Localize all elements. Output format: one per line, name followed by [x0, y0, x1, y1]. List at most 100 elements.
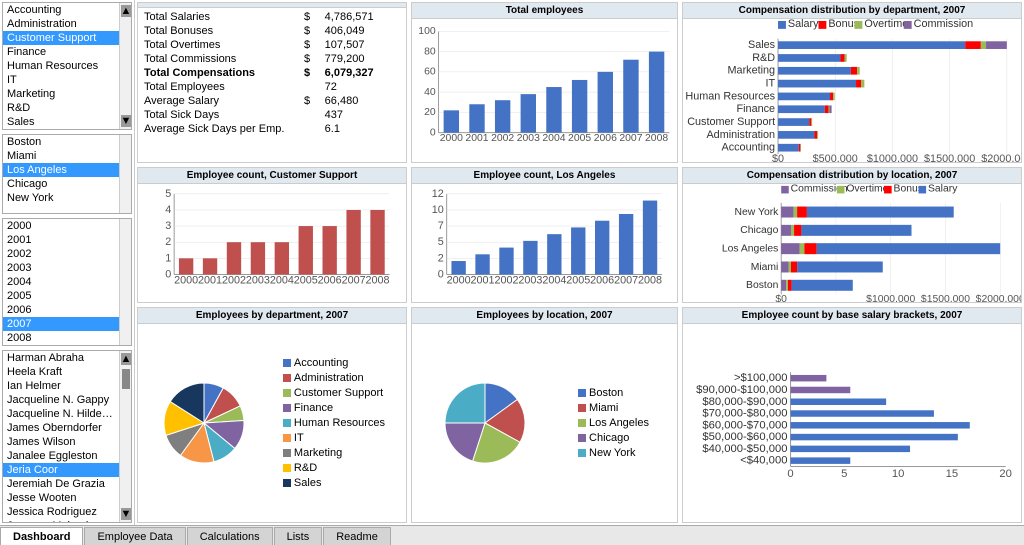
year-item[interactable]: 2003	[3, 261, 119, 275]
year-item[interactable]: 2001	[3, 233, 119, 247]
tab-dashboard[interactable]: Dashboard	[0, 527, 83, 545]
year-item[interactable]: 2002	[3, 247, 119, 261]
employee-item[interactable]: Janalee Eggleston	[3, 449, 119, 463]
city-list-body: BostonMiamiLos AngelesChicagoNew York	[3, 135, 119, 213]
salary-brackets-panel: Employee count by base salary brackets, …	[682, 307, 1022, 523]
legend-label: Customer Support	[294, 387, 383, 399]
summary-dollar: $	[300, 38, 321, 52]
dept-item[interactable]: IT	[3, 73, 119, 87]
legend-color	[283, 419, 291, 427]
svg-text:2002: 2002	[222, 274, 246, 286]
city-item[interactable]: New York	[3, 191, 119, 205]
dept-list-inner: AccountingAdministrationCustomer Support…	[3, 3, 119, 129]
dashboard-row3: Employees by department, 2007 Accounting…	[135, 305, 1024, 525]
svg-text:2001: 2001	[471, 274, 495, 286]
comp-dist-dept-panel: Compensation distribution by department,…	[682, 2, 1022, 163]
employee-list-section: Harman AbrahaHeela KraftIan HelmerJacque…	[2, 350, 132, 523]
emp-scroll-up[interactable]: ▲	[121, 353, 131, 365]
year-item[interactable]: 2008	[3, 331, 119, 345]
employee-item[interactable]: Jeria Coor	[3, 463, 119, 477]
svg-text:$90,000-$100,000: $90,000-$100,000	[696, 384, 787, 396]
employee-item[interactable]: Jeremiah De Grazia	[3, 477, 119, 491]
employee-item[interactable]: Joeanne Melendez	[3, 519, 119, 522]
summary-dollar: $	[300, 52, 321, 66]
city-item[interactable]: Chicago	[3, 177, 119, 191]
comp-dist-dept-title: Compensation distribution by department,…	[683, 3, 1021, 19]
dashboard-row1: Total Salaries$4,786,571Total Bonuses$40…	[135, 0, 1024, 165]
employee-item[interactable]: James Wilson	[3, 435, 119, 449]
legend-color	[283, 404, 291, 412]
salary-brackets-title: Employee count by base salary brackets, …	[683, 308, 1021, 324]
svg-text:2008: 2008	[366, 274, 390, 286]
summary-table: Total Salaries$4,786,571Total Bonuses$40…	[140, 10, 404, 136]
city-item[interactable]: Boston	[3, 135, 119, 149]
legend-item: IT	[283, 432, 385, 444]
employee-item[interactable]: Jacqueline N. Hildebrand	[3, 407, 119, 421]
year-list-body: 200020012002200320042005200620072008	[3, 219, 119, 345]
total-emp-content: 0204060801002000200120022003200420052006…	[412, 19, 677, 162]
legend-label: Boston	[589, 387, 623, 399]
legend-item: Boston	[578, 387, 649, 399]
svg-text:100: 100	[418, 26, 436, 37]
year-item[interactable]: 2004	[3, 275, 119, 289]
dept-item[interactable]: Customer Support	[3, 31, 119, 45]
employee-item[interactable]: Jessica Rodriguez	[3, 505, 119, 519]
employee-item[interactable]: Ian Helmer	[3, 379, 119, 393]
dept-item[interactable]: Administration	[3, 17, 119, 31]
summary-value: 6,079,327	[321, 66, 404, 80]
scrollbar-down[interactable]: ▼	[121, 115, 131, 127]
tab-lists[interactable]: Lists	[274, 527, 323, 545]
emp-by-dept-panel: Employees by department, 2007 Accounting…	[137, 307, 407, 523]
svg-text:$0: $0	[775, 294, 787, 302]
employee-item[interactable]: Heela Kraft	[3, 365, 119, 379]
tab-calculations[interactable]: Calculations	[187, 527, 273, 545]
svg-text:>$100,000: >$100,000	[734, 372, 788, 384]
employee-item[interactable]: James Oberndorfer	[3, 421, 119, 435]
tab-employee-data[interactable]: Employee Data	[84, 527, 185, 545]
emp-scroll-down[interactable]: ▼	[121, 508, 131, 520]
svg-text:$80,000-$90,000: $80,000-$90,000	[702, 396, 787, 408]
summary-value: 6.1	[321, 122, 404, 136]
summary-panel: Total Salaries$4,786,571Total Bonuses$40…	[137, 2, 407, 163]
scrollbar-up[interactable]: ▲	[121, 5, 131, 17]
emp-loc-pie-container: BostonMiamiLos AngelesChicagoNew York	[412, 324, 677, 522]
svg-text:2000: 2000	[440, 133, 463, 144]
dept-item[interactable]: Accounting	[3, 3, 119, 17]
year-item[interactable]: 2006	[3, 303, 119, 317]
dept-item[interactable]: Finance	[3, 45, 119, 59]
pie-svg	[159, 378, 249, 468]
year-item[interactable]: 2000	[3, 219, 119, 233]
city-list-inner: BostonMiamiLos AngelesChicagoNew York	[3, 135, 119, 213]
comp-dist-loc-panel: Compensation distribution by location, 2…	[682, 167, 1022, 303]
year-item[interactable]: 2005	[3, 289, 119, 303]
legend-item: Customer Support	[283, 387, 385, 399]
dept-item[interactable]: R&D	[3, 101, 119, 115]
dept-item[interactable]: Sales	[3, 115, 119, 129]
svg-text:R&D: R&D	[752, 52, 775, 64]
employee-item[interactable]: Jacqueline N. Gappy	[3, 393, 119, 407]
emp-scroll-thumb[interactable]	[122, 369, 130, 389]
dept-item[interactable]: Marketing	[3, 87, 119, 101]
employee-item[interactable]: Jesse Wooten	[3, 491, 119, 505]
dept-item[interactable]: Human Resources	[3, 59, 119, 73]
svg-text:0: 0	[165, 268, 171, 280]
legend-label: Finance	[294, 402, 333, 414]
legend-item: Miami	[578, 402, 649, 414]
dept-scrollbar[interactable]: ▲ ▼	[119, 3, 131, 129]
svg-text:Finance: Finance	[737, 103, 776, 115]
tab-bar: DashboardEmployee DataCalculationsListsR…	[0, 525, 1024, 545]
svg-text:2001: 2001	[465, 133, 488, 144]
employee-item[interactable]: Harman Abraha	[3, 351, 119, 365]
city-item[interactable]: Miami	[3, 149, 119, 163]
year-item[interactable]: 2007	[3, 317, 119, 331]
city-scrollbar[interactable]	[119, 135, 131, 213]
svg-text:12: 12	[432, 188, 444, 200]
emp-scrollbar[interactable]: ▲ ▼	[119, 351, 131, 522]
svg-text:2002: 2002	[494, 274, 518, 286]
svg-text:$0: $0	[772, 153, 784, 162]
city-item[interactable]: Los Angeles	[3, 163, 119, 177]
summary-value: 66,480	[321, 94, 404, 108]
tab-readme[interactable]: Readme	[323, 527, 391, 545]
year-scrollbar[interactable]	[119, 219, 131, 345]
svg-text:$60,000-$70,000: $60,000-$70,000	[702, 419, 787, 431]
